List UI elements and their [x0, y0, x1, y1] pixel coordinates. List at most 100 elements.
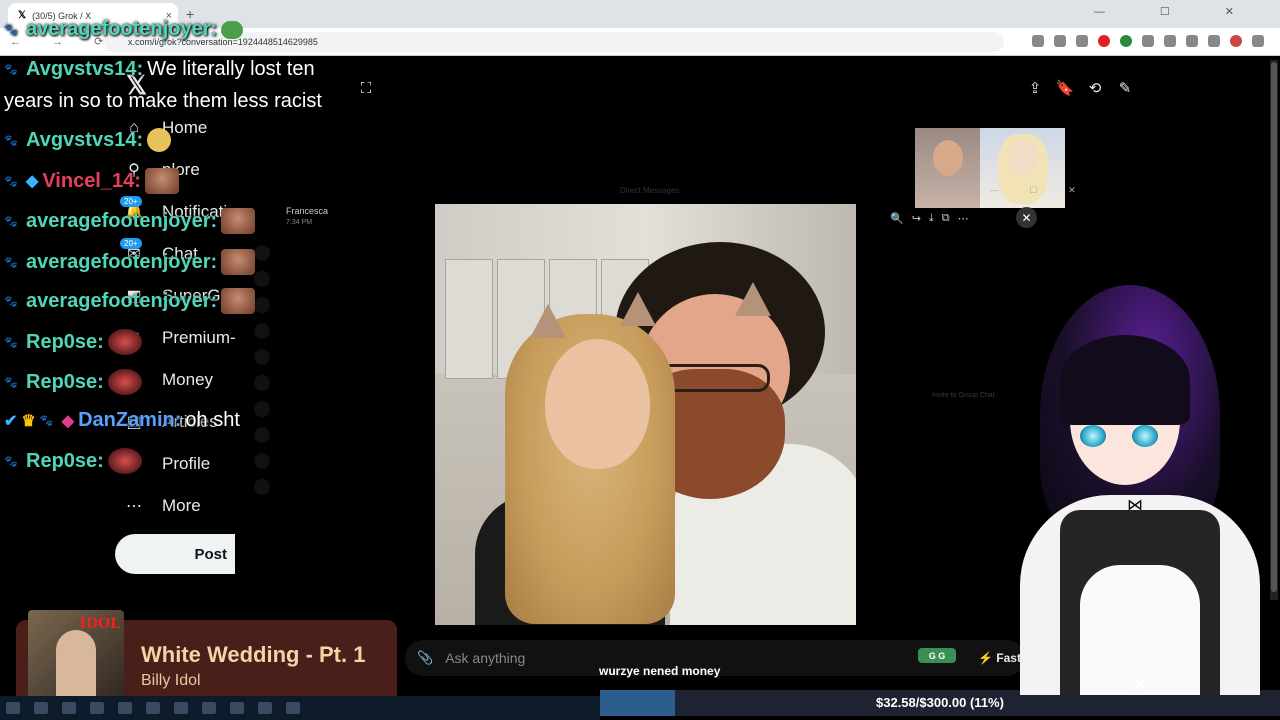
- group-invite-hint[interactable]: Invite to Group Chat: [932, 392, 995, 399]
- taskbar-app-icon[interactable]: [62, 702, 76, 714]
- chat-badge-icon: 🐾: [4, 336, 18, 349]
- bookmark-icon[interactable]: 🔖: [1055, 78, 1075, 98]
- cube-badge-icon: ◆: [26, 173, 39, 190]
- avatar-bow: ⋈: [1127, 497, 1143, 514]
- avatar: [254, 245, 270, 261]
- dm-row[interactable]: [240, 396, 440, 422]
- album-art-figure: [56, 630, 96, 706]
- start-icon[interactable]: [6, 702, 20, 714]
- chat-line: 🐾 ◆ Vincel_14:: [4, 168, 179, 194]
- avatar: [254, 323, 270, 339]
- os-taskbar: [0, 696, 600, 720]
- history-icon[interactable]: ⟲: [1085, 78, 1105, 98]
- cast-icon[interactable]: [1054, 35, 1066, 47]
- taskbar-app-icon[interactable]: [118, 702, 132, 714]
- dm-row[interactable]: [240, 292, 440, 318]
- adblock-icon[interactable]: [1098, 35, 1110, 47]
- chat-line: 🐾 averagefootenjoyer:: [4, 208, 256, 234]
- taskbar-app-icon[interactable]: [174, 702, 188, 714]
- taskbar-app-icon[interactable]: [286, 702, 300, 714]
- taskbar-app-icon[interactable]: [202, 702, 216, 714]
- dm-contact-time: 7:34 PM: [286, 219, 313, 226]
- face-emote-icon: [221, 249, 256, 275]
- page-scrollbar[interactable]: [1270, 60, 1278, 600]
- puzzle-icon[interactable]: [1164, 35, 1176, 47]
- lightning-icon: ⚡: [978, 651, 993, 665]
- avatar-eye: [1080, 425, 1106, 447]
- dm-contact[interactable]: Francesca 7:34 PM: [286, 206, 328, 226]
- avatar: [254, 479, 270, 495]
- dm-row[interactable]: [240, 448, 440, 474]
- nav-more[interactable]: ⋯ More: [124, 496, 201, 516]
- taskbar-app-icon[interactable]: [90, 702, 104, 714]
- menu-icon[interactable]: [1252, 35, 1264, 47]
- frog-emote-icon: [221, 20, 244, 39]
- download-icon[interactable]: ⤓: [929, 212, 934, 225]
- taskbar-app-icon[interactable]: [146, 702, 160, 714]
- song-artist: Billy Idol: [141, 672, 201, 689]
- crown-badge-icon: ♛: [21, 412, 36, 430]
- chat-username: averagefootenjoyer:: [26, 250, 218, 273]
- ask-placeholder: Ask anything: [445, 650, 526, 666]
- expand-icon[interactable]: ⛶: [356, 78, 376, 98]
- zoom-icon[interactable]: [1032, 35, 1044, 47]
- chat-badge-icon: 🐾: [4, 134, 18, 147]
- chat-username: Avgvstvs14:: [26, 128, 144, 151]
- emoji-emote-icon: [147, 128, 172, 152]
- more-icon[interactable]: ⋯: [958, 212, 969, 225]
- checkmark-badge-icon: ✔: [4, 412, 18, 430]
- taskbar-app-icon[interactable]: [34, 702, 48, 714]
- face-emote-icon: [221, 208, 256, 234]
- window-controls[interactable]: — ☐ ✕: [1094, 5, 1260, 18]
- media-icon[interactable]: [1186, 35, 1198, 47]
- scrollbar-thumb[interactable]: [1271, 62, 1277, 592]
- vtuber-avatar: ⋈: [1010, 275, 1270, 695]
- webcam-thumbnail: [980, 128, 1065, 208]
- dm-row[interactable]: [240, 344, 440, 370]
- dm-row[interactable]: [240, 240, 440, 266]
- nav-label: More: [162, 496, 201, 515]
- avatar-eye: [1132, 425, 1158, 447]
- chat-line: 🐾 Rep0se:: [4, 369, 142, 395]
- extension-icon[interactable]: [1142, 35, 1154, 47]
- webcam-thumbnail: [915, 128, 980, 208]
- dm-row[interactable]: [240, 422, 440, 448]
- share-icon[interactable]: ↪: [912, 212, 921, 225]
- chat-line: ✔ ♛ 🐾 ◆ DanZamin: oh sht: [4, 409, 240, 432]
- dm-row[interactable]: [240, 266, 440, 292]
- lips-emote-icon: [107, 448, 142, 474]
- woman-face: [545, 339, 650, 469]
- dm-row[interactable]: [240, 370, 440, 396]
- overlay-close-icon[interactable]: ✕: [1131, 672, 1148, 697]
- dm-row[interactable]: [240, 474, 440, 500]
- chat-badge: 20+: [120, 238, 142, 249]
- profile-avatar-icon[interactable]: [1230, 35, 1242, 47]
- post-button[interactable]: Post: [115, 534, 235, 574]
- zoom-icon[interactable]: 🔍: [890, 212, 904, 225]
- person-head: [1008, 140, 1038, 176]
- sidepanel-icon[interactable]: [1208, 35, 1220, 47]
- extension-icons[interactable]: [1032, 35, 1264, 47]
- notification-badge: 20+: [120, 196, 142, 207]
- attach-icon[interactable]: 📎: [417, 650, 433, 666]
- grammarly-icon[interactable]: [1120, 35, 1132, 47]
- share-icon[interactable]: ⇪: [1025, 78, 1045, 98]
- dm-row[interactable]: [240, 318, 440, 344]
- open-external-icon[interactable]: ⧉: [942, 212, 950, 225]
- chat-username: Rep0se:: [26, 370, 104, 393]
- bookmark-star-icon[interactable]: [1076, 35, 1088, 47]
- taskbar-app-icon[interactable]: [258, 702, 272, 714]
- grammarly-badge[interactable]: G G: [918, 648, 956, 663]
- avatar: [254, 453, 270, 469]
- chat-badge-icon: 🐾: [4, 215, 18, 228]
- viewer-close-button[interactable]: ✕: [1016, 207, 1037, 228]
- viewer-window-controls[interactable]: — ☐ ✕: [990, 185, 1090, 196]
- new-chat-icon[interactable]: ✎: [1115, 78, 1135, 98]
- chat-message: We literally lost ten: [147, 58, 315, 80]
- taskbar-app-icon[interactable]: [230, 702, 244, 714]
- chat-badge-icon: 🐾: [4, 256, 18, 269]
- chat-badge-icon: 🐾: [39, 415, 54, 427]
- cat-ear-filter: [735, 282, 771, 316]
- cat-ear-filter: [620, 292, 656, 326]
- cat-ear-filter: [530, 304, 566, 338]
